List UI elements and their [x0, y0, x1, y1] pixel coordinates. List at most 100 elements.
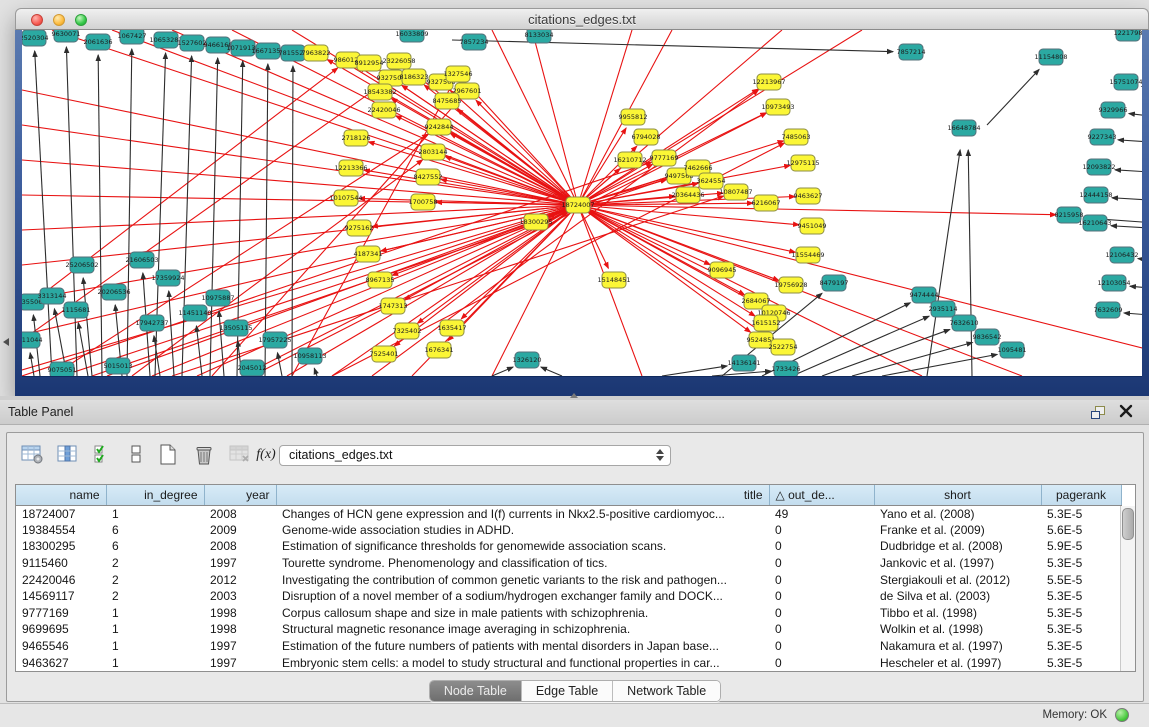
cell-title[interactable]: Investigating the contribution of common…	[276, 571, 769, 588]
network-canvas-svg[interactable]: 2520304963007120616361067427106532871527…	[22, 30, 1142, 376]
table-row[interactable]: 977716911998Corpus callosum shape and si…	[16, 605, 1121, 622]
network-node[interactable]: 9242844	[425, 119, 454, 135]
network-node[interactable]: 13505115	[219, 320, 252, 336]
network-node[interactable]: 2522754	[769, 339, 798, 355]
cell-out_degree[interactable]: 0	[769, 555, 874, 572]
memory-status-icon[interactable]	[1115, 708, 1129, 722]
cell-pagerank[interactable]: 5.3E-5	[1041, 555, 1121, 572]
tab-node-table[interactable]: Node Table	[430, 681, 522, 701]
cell-name[interactable]: 22420046	[16, 571, 106, 588]
table-row[interactable]: 1872400712008Changes of HCN gene express…	[16, 505, 1121, 522]
function-builder-icon[interactable]: f(x)	[253, 442, 279, 468]
column-header-year[interactable]: year	[204, 485, 276, 505]
cell-title[interactable]: Estimation of the future numbers of pati…	[276, 638, 769, 655]
cell-title[interactable]: Changes of HCN gene expression and I(f) …	[276, 505, 769, 522]
cell-short[interactable]: Franke et al. (2009)	[874, 522, 1041, 539]
column-header-title[interactable]: title	[276, 485, 769, 505]
cell-in_degree[interactable]: 2	[106, 555, 204, 572]
cell-pagerank[interactable]: 5.3E-5	[1041, 654, 1121, 671]
cell-out_degree[interactable]: 0	[769, 605, 874, 622]
network-node[interactable]: 10107544	[329, 190, 362, 206]
network-node[interactable]: 9329966	[1099, 102, 1128, 118]
network-node[interactable]: 12213366	[334, 160, 367, 176]
network-node[interactable]: 9777169	[650, 150, 679, 166]
cell-title[interactable]: Tourette syndrome. Phenomenology and cla…	[276, 555, 769, 572]
network-node[interactable]: 10975887	[201, 290, 234, 306]
cell-short[interactable]: Hescheler et al. (1997)	[874, 654, 1041, 671]
cell-short[interactable]: de Silva et al. (2003)	[874, 588, 1041, 605]
network-node[interactable]: 12106432	[1105, 247, 1138, 263]
cell-out_degree[interactable]: 0	[769, 522, 874, 539]
import-table-icon[interactable]	[227, 442, 253, 468]
network-node[interactable]: 23226058	[382, 53, 415, 69]
network-node[interactable]: 17942737	[135, 315, 168, 331]
network-node[interactable]: 20364436	[671, 187, 704, 203]
cell-in_degree[interactable]: 1	[106, 621, 204, 638]
network-node[interactable]: 19756928	[774, 277, 807, 293]
close-panel-icon[interactable]	[1119, 404, 1133, 418]
cell-name[interactable]: 9465546	[16, 638, 106, 655]
cell-out_degree[interactable]: 0	[769, 638, 874, 655]
cell-short[interactable]: Wolkin et al. (1998)	[874, 621, 1041, 638]
cell-in_degree[interactable]: 1	[106, 654, 204, 671]
network-node[interactable]: 9311044	[22, 332, 42, 348]
network-node[interactable]: 9451049	[798, 218, 827, 234]
network-node[interactable]: 1635417	[438, 320, 467, 336]
cell-name[interactable]: 18724007	[16, 505, 106, 522]
cell-title[interactable]: Corpus callosum shape and size in male p…	[276, 605, 769, 622]
table-row[interactable]: 1938455462009Genome-wide association stu…	[16, 522, 1121, 539]
table-row[interactable]: 946362711997Embryonic stem cells: a mode…	[16, 654, 1121, 671]
network-node[interactable]: 9955812	[619, 109, 648, 125]
network-node[interactable]: 18300295	[519, 214, 552, 230]
cell-in_degree[interactable]: 1	[106, 605, 204, 622]
network-node[interactable]: 9075051	[48, 362, 77, 376]
network-node[interactable]: 7485063	[782, 129, 811, 145]
network-node[interactable]: 1676341	[425, 342, 454, 358]
network-node[interactable]: 8427552	[414, 169, 443, 185]
cell-short[interactable]: Dudbridge et al. (2008)	[874, 538, 1041, 555]
cell-name[interactable]: 14569117	[16, 588, 106, 605]
network-node[interactable]: 12975115	[786, 155, 819, 171]
new-table-icon[interactable]	[155, 442, 181, 468]
network-node[interactable]: 1095481	[998, 342, 1027, 358]
table-settings-icon[interactable]	[19, 442, 45, 468]
cell-out_degree[interactable]: 49	[769, 505, 874, 522]
network-node[interactable]: 8912954	[355, 55, 384, 71]
network-node[interactable]: 16033809	[395, 30, 428, 42]
column-header-in_degree[interactable]: in_degree	[106, 485, 204, 505]
network-node[interactable]: 7325402	[393, 323, 422, 339]
cell-title[interactable]: Estimation of significance thresholds fo…	[276, 538, 769, 555]
network-node[interactable]: 17957225	[258, 332, 291, 348]
table-row[interactable]: 911546021997Tourette syndrome. Phenomeno…	[16, 555, 1121, 572]
network-node[interactable]: 11154808	[1034, 49, 1067, 65]
cell-year[interactable]: 2012	[204, 571, 276, 588]
network-node[interactable]: 16210712	[613, 152, 646, 168]
network-node[interactable]: 8215958	[1055, 207, 1084, 223]
table-row[interactable]: 1456911722003Disruption of a novel membe…	[16, 588, 1121, 605]
cell-title[interactable]: Structural magnetic resonance image aver…	[276, 621, 769, 638]
column-header-out_degree[interactable]: △ out_de...	[769, 485, 874, 505]
tab-edge-table[interactable]: Edge Table	[522, 681, 613, 701]
cell-pagerank[interactable]: 5.6E-5	[1041, 522, 1121, 539]
cell-in_degree[interactable]: 2	[106, 588, 204, 605]
cell-year[interactable]: 1997	[204, 555, 276, 572]
cell-year[interactable]: 1997	[204, 654, 276, 671]
cell-out_degree[interactable]: 0	[769, 621, 874, 638]
float-panel-icon[interactable]	[1091, 406, 1105, 419]
cell-year[interactable]: 2009	[204, 522, 276, 539]
network-node[interactable]: 8475685	[433, 93, 462, 109]
cell-pagerank[interactable]: 5.5E-5	[1041, 571, 1121, 588]
cell-out_degree[interactable]: 0	[769, 571, 874, 588]
network-node[interactable]: 18543382	[363, 84, 396, 100]
network-node[interactable]: 2520304	[22, 30, 48, 46]
network-node[interactable]: 2803144	[419, 144, 448, 160]
cell-in_degree[interactable]: 6	[106, 522, 204, 539]
network-node[interactable]: 12444158	[1079, 187, 1112, 203]
network-node[interactable]: 9227343	[1088, 129, 1117, 145]
scrollbar-thumb[interactable]	[1122, 508, 1134, 540]
network-node[interactable]: 9836542	[973, 329, 1002, 345]
cell-pagerank[interactable]: 5.3E-5	[1041, 588, 1121, 605]
network-node[interactable]: 20206536	[97, 284, 130, 300]
cell-short[interactable]: Yano et al. (2008)	[874, 505, 1041, 522]
network-node[interactable]: 9630071	[52, 30, 81, 42]
